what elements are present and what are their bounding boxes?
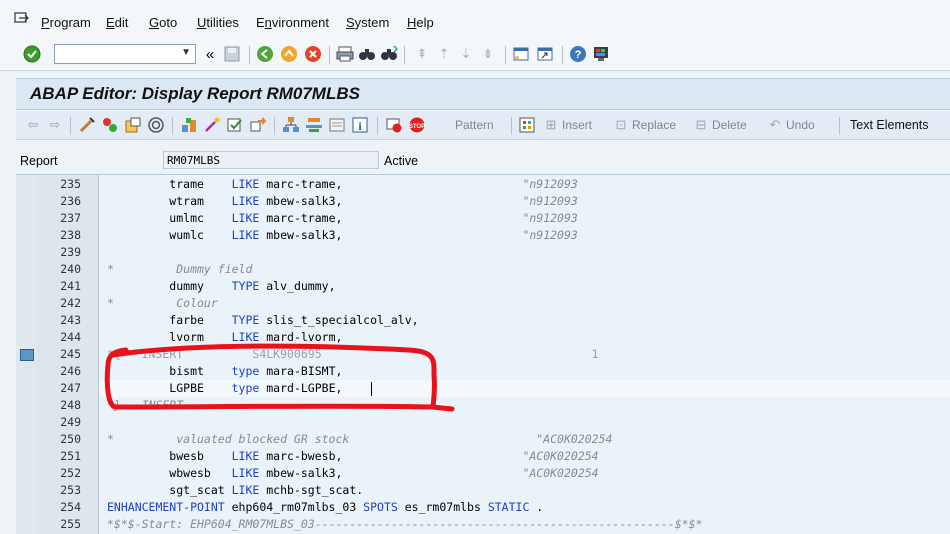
insert-button[interactable]: Insert: [562, 118, 592, 132]
line-number: 245: [60, 347, 81, 361]
cancel-icon[interactable]: [304, 45, 322, 63]
prev-page-icon[interactable]: ⇡: [435, 45, 453, 63]
collapse-command-icon[interactable]: «: [201, 45, 219, 63]
line-number: 240: [60, 262, 81, 276]
chevron-down-icon[interactable]: ▼: [181, 47, 191, 58]
application-toolbar: ⇦ ⇨ i STOP Pattern ⊞ Insert ⊡ Replace ⊟ …: [16, 111, 950, 140]
print-icon[interactable]: [336, 45, 354, 63]
line-number: 239: [60, 245, 81, 259]
pattern-button[interactable]: Pattern: [455, 118, 494, 132]
pretty-printer-icon[interactable]: [518, 116, 536, 134]
check-icon[interactable]: [226, 116, 244, 134]
sap-menu-icon[interactable]: [14, 12, 30, 26]
line-number: 254: [60, 500, 81, 514]
forward-arrow-icon[interactable]: ⇨: [46, 116, 64, 134]
line-number: 249: [60, 415, 81, 429]
line-number: 253: [60, 483, 81, 497]
set-breakpoint-icon[interactable]: [385, 116, 403, 134]
menu-goto[interactable]: Goto: [149, 15, 177, 30]
save-icon[interactable]: [223, 45, 241, 63]
menu-help[interactable]: Help: [407, 15, 434, 30]
screen-title-bar: ABAP Editor: Display Report RM07MLBS: [16, 78, 950, 110]
last-page-icon[interactable]: ⇟: [479, 45, 497, 63]
line-number: 255: [60, 517, 81, 531]
line-number: 246: [60, 364, 81, 378]
replace-icon[interactable]: ⊡: [612, 116, 630, 134]
info-icon[interactable]: i: [351, 116, 369, 134]
line-number: 250: [60, 432, 81, 446]
command-field[interactable]: ▼: [54, 44, 196, 64]
line-number: 244: [60, 330, 81, 344]
text-elements-button[interactable]: Text Elements: [850, 118, 929, 132]
svg-text:STOP: STOP: [409, 124, 425, 130]
hierarchy-icon[interactable]: [282, 116, 300, 134]
line-number: 241: [60, 279, 81, 293]
report-label: Report: [20, 154, 58, 168]
replace-button[interactable]: Replace: [632, 118, 676, 132]
exit-icon[interactable]: [280, 45, 298, 63]
report-status: Active: [384, 154, 419, 168]
debugger-icon[interactable]: [203, 116, 221, 134]
next-page-icon[interactable]: ⇣: [457, 45, 475, 63]
new-session-icon[interactable]: [512, 45, 530, 63]
display-change-icon[interactable]: [78, 116, 96, 134]
menu-bar: Program Edit Goto Utilities Environment …: [0, 0, 950, 41]
navigate-icon[interactable]: [249, 116, 267, 134]
svg-text:?: ?: [575, 49, 582, 61]
undo-icon[interactable]: ↶: [766, 116, 784, 134]
report-name-field[interactable]: RM07MLBS: [163, 151, 379, 169]
back-arrow-icon[interactable]: ⇦: [24, 116, 42, 134]
help-icon[interactable]: ?: [569, 45, 587, 63]
object-list-icon[interactable]: [180, 116, 198, 134]
line-number: 242: [60, 296, 81, 310]
enter-icon[interactable]: [23, 45, 41, 63]
text-cursor: [371, 382, 372, 396]
delete-icon[interactable]: ⊟: [692, 116, 710, 134]
back-icon[interactable]: [256, 45, 274, 63]
report-row: Report RM07MLBS Active: [0, 148, 950, 174]
insert-icon[interactable]: ⊞: [542, 116, 560, 134]
menu-program[interactable]: Program: [41, 15, 91, 30]
menu-utilities[interactable]: Utilities: [197, 15, 239, 30]
find-icon[interactable]: [358, 45, 376, 63]
customize-layout-icon[interactable]: [592, 45, 610, 63]
abap-editor[interactable]: trame LIKE marc-trame, "n912093 wtram LI…: [16, 174, 950, 534]
line-number: 252: [60, 466, 81, 480]
line-number: 237: [60, 211, 81, 225]
line-number: 238: [60, 228, 81, 242]
line-number: 247: [60, 381, 81, 395]
where-used-icon[interactable]: [147, 116, 165, 134]
other-object-icon[interactable]: [124, 116, 142, 134]
active-inactive-icon[interactable]: [101, 116, 119, 134]
standard-toolbar: ▼ « ⇞ ⇡ ⇣ ⇟ ?: [0, 40, 950, 71]
display-object-icon[interactable]: [328, 116, 346, 134]
red-highlight-annotation: [104, 343, 455, 412]
session-breakpoint-icon[interactable]: STOP: [408, 116, 426, 134]
delete-button[interactable]: Delete: [712, 118, 747, 132]
undo-button[interactable]: Undo: [786, 118, 815, 132]
line-number: 243: [60, 313, 81, 327]
find-next-icon[interactable]: [380, 45, 398, 63]
line-number: 236: [60, 194, 81, 208]
first-page-icon[interactable]: ⇞: [413, 45, 431, 63]
structure-icon[interactable]: [305, 116, 323, 134]
shortcut-icon[interactable]: [536, 45, 554, 63]
line-number: 235: [60, 177, 81, 191]
menu-environment[interactable]: Environment: [256, 15, 329, 30]
menu-edit[interactable]: Edit: [106, 15, 128, 30]
bookmark-marker-icon[interactable]: [20, 349, 34, 361]
line-number: 251: [60, 449, 81, 463]
page-title: ABAP Editor: Display Report RM07MLBS: [30, 84, 360, 103]
line-number: 248: [60, 398, 81, 412]
menu-system[interactable]: System: [346, 15, 389, 30]
